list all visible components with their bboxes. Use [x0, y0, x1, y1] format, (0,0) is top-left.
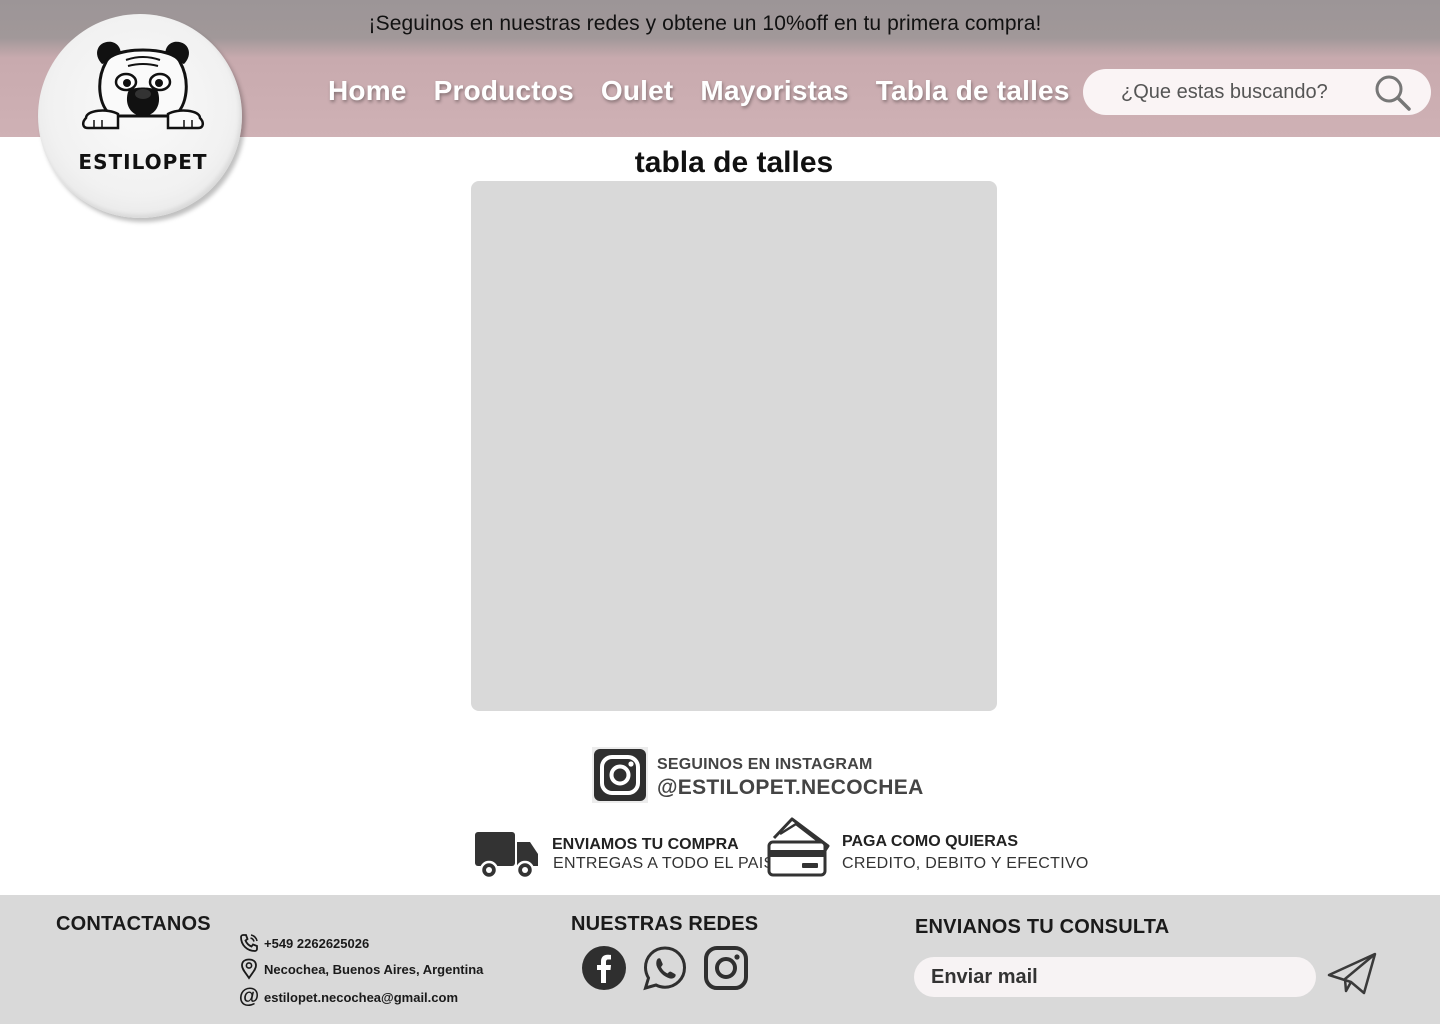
whatsapp-icon[interactable]: [642, 945, 688, 991]
pug-icon: [82, 41, 204, 130]
contact-heading: CONTACTANOS: [56, 913, 211, 935]
shipping-info: ENVIAMOS TU COMPRA ENTREGAS A TODO EL PA…: [474, 826, 774, 886]
page-title: tabla de talles: [634, 146, 834, 179]
facebook-icon[interactable]: [581, 945, 627, 991]
promo-banner: ¡Seguinos en nuestras redes y obtene un …: [368, 12, 1042, 35]
nav-tabla-de-talles[interactable]: Tabla de talles: [876, 75, 1070, 107]
consult-heading: ENVIANOS TU CONSULTA: [915, 916, 1170, 938]
credit-card-icon: [767, 817, 830, 877]
main-nav: Home Productos Oulet Mayoristas Tabla de…: [328, 75, 1070, 107]
contact-email[interactable]: @ estilopet.necochea@gmail.com: [238, 985, 459, 1008]
logo[interactable]: ESTILOPET: [38, 14, 242, 218]
logo-text: ESTILOPET: [78, 150, 208, 174]
paper-plane-icon[interactable]: [1326, 951, 1378, 997]
payment-info: PAGA COMO QUIERAS CREDITO, DEBITO Y EFEC…: [766, 816, 1088, 877]
nav-home[interactable]: Home: [328, 75, 407, 107]
nav-productos[interactable]: Productos: [434, 75, 574, 107]
mail-input[interactable]: [914, 957, 1316, 997]
at-sign-icon: @: [238, 985, 260, 1008]
contact-address-text: Necochea, Buenos Aires, Argentina: [264, 961, 484, 977]
location-pin-icon: [238, 958, 260, 980]
contact-phone[interactable]: +549 2262625026: [238, 932, 369, 954]
shipping-subtitle: ENTREGAS A TODO EL PAIS: [553, 855, 775, 872]
search-bar: [1083, 69, 1431, 115]
page: ¡Seguinos en nuestras redes y obtene un …: [0, 0, 1440, 1024]
contact-email-text: estilopet.necochea@gmail.com: [264, 989, 459, 1005]
instagram-icon: [591, 746, 649, 804]
truck-icon: [475, 832, 538, 880]
contact-phone-text: +549 2262625026: [264, 935, 370, 951]
payment-title: PAGA COMO QUIERAS: [842, 833, 1019, 850]
instagram-promo-title: SEGUINOS EN INSTAGRAM: [657, 756, 873, 773]
nav-mayoristas[interactable]: Mayoristas: [700, 75, 848, 107]
search-icon[interactable]: [1373, 73, 1413, 113]
shipping-title: ENVIAMOS TU COMPRA: [552, 836, 739, 853]
social-heading: NUESTRAS REDES: [571, 913, 759, 935]
nav-outlet[interactable]: Oulet: [601, 75, 674, 107]
instagram-icon[interactable]: [703, 945, 749, 991]
search-input[interactable]: [1121, 79, 1371, 105]
contact-address: Necochea, Buenos Aires, Argentina: [238, 958, 483, 980]
instagram-promo[interactable]: SEGUINOS EN INSTAGRAM @ESTILOPET.NECOCHE…: [591, 746, 931, 804]
size-table-image: [471, 181, 997, 711]
instagram-handle[interactable]: @ESTILOPET.NECOCHEA: [657, 776, 924, 800]
payment-subtitle: CREDITO, DEBITO Y EFECTIVO: [842, 855, 1089, 872]
phone-icon: [238, 932, 260, 954]
footer: CONTACTANOS +549 2262625026 Necochea, Bu…: [0, 895, 1440, 1024]
